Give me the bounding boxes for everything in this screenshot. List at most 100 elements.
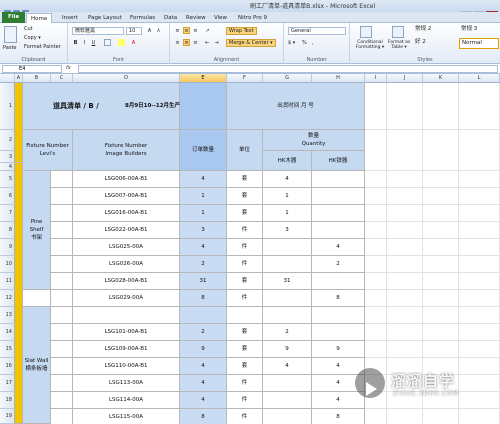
cell-k[interactable]: [423, 256, 459, 273]
cell-j1[interactable]: [387, 83, 423, 130]
cell-l[interactable]: [459, 307, 500, 324]
hk-steel-cell[interactable]: 2: [312, 256, 365, 273]
cell-i[interactable]: [365, 188, 387, 205]
row-header-3[interactable]: 3: [0, 151, 15, 163]
cut-button[interactable]: Cut: [24, 26, 33, 32]
row-header-15[interactable]: 15: [0, 341, 15, 358]
cell-k[interactable]: [423, 307, 459, 324]
hk-wood-cell[interactable]: [263, 307, 312, 324]
cell-i[interactable]: [365, 307, 387, 324]
cell-l[interactable]: [459, 324, 500, 341]
unit-cell[interactable]: 件: [227, 375, 263, 392]
hk-wood-cell[interactable]: 9: [263, 341, 312, 358]
cell-c[interactable]: [51, 171, 73, 188]
hk-steel-header[interactable]: HK铁器: [312, 151, 365, 171]
cell-j[interactable]: [387, 171, 423, 188]
cell-c[interactable]: [51, 188, 73, 205]
order-qty-cell[interactable]: [180, 307, 227, 324]
order-qty-cell[interactable]: 4: [180, 239, 227, 256]
cell-i[interactable]: [365, 324, 387, 341]
row-header-4[interactable]: 4: [0, 163, 15, 171]
row-header-8[interactable]: 8: [0, 222, 15, 239]
cell-i[interactable]: [365, 341, 387, 358]
quick-access-toolbar[interactable]: [4, 2, 64, 17]
cell-i[interactable]: [365, 171, 387, 188]
comma-button[interactable]: ,: [312, 40, 314, 46]
order-qty-cell[interactable]: 9: [180, 341, 227, 358]
tab-home[interactable]: Home: [26, 13, 53, 23]
cell-l[interactable]: [459, 205, 500, 222]
cell-c[interactable]: [51, 324, 73, 341]
cell-c[interactable]: [51, 222, 73, 239]
order-qty-cell[interactable]: 2: [180, 256, 227, 273]
hk-steel-cell[interactable]: [312, 273, 365, 290]
hk-wood-header[interactable]: HK木器: [263, 151, 312, 171]
percent-button[interactable]: %: [302, 40, 307, 46]
row-header-7[interactable]: 7: [0, 205, 15, 222]
col-header-i[interactable]: I: [365, 74, 387, 83]
row-header-19[interactable]: 19: [0, 409, 15, 424]
cell-j[interactable]: [387, 273, 423, 290]
align-left-icon[interactable]: ≡: [174, 39, 181, 46]
unit-cell[interactable]: 套: [227, 205, 263, 222]
unit-cell[interactable]: 套: [227, 273, 263, 290]
hk-steel-cell[interactable]: [312, 205, 365, 222]
col-header-f[interactable]: F: [227, 74, 263, 83]
unit-header[interactable]: 单位: [227, 130, 263, 171]
cell-j[interactable]: [387, 341, 423, 358]
hk-wood-cell[interactable]: [263, 392, 312, 409]
item-code-cell[interactable]: LSG113-00A: [73, 375, 180, 392]
cell-l1[interactable]: [459, 83, 500, 130]
style-cell-normal[interactable]: Normal: [459, 38, 499, 49]
col-header-k[interactable]: K: [423, 74, 459, 83]
fill-color-icon[interactable]: [118, 39, 125, 46]
hk-steel-cell[interactable]: [312, 307, 365, 324]
unit-cell[interactable]: [227, 307, 263, 324]
align-top-icon[interactable]: ≡: [174, 27, 181, 34]
unit-cell[interactable]: 件: [227, 256, 263, 273]
slat-wall-group[interactable]: Slat Wall 横条板墙: [23, 307, 51, 424]
unit-cell[interactable]: 件: [227, 409, 263, 424]
hk-wood-cell[interactable]: 2: [263, 324, 312, 341]
row-header-10[interactable]: 10: [0, 256, 15, 273]
font-color-icon[interactable]: A: [130, 39, 137, 46]
item-code-cell[interactable]: LSG006-00A-B1: [73, 171, 180, 188]
cell-c[interactable]: [51, 392, 73, 409]
hk-steel-cell[interactable]: [312, 324, 365, 341]
format-painter-button[interactable]: Format Painter: [24, 44, 61, 50]
hk-wood-cell[interactable]: [263, 256, 312, 273]
format-as-table-icon[interactable]: [392, 26, 404, 38]
tab-insert[interactable]: Insert: [58, 13, 82, 23]
item-code-cell[interactable]: LSG016-00A-B1: [73, 205, 180, 222]
cell-c[interactable]: [51, 307, 73, 324]
cell-j[interactable]: [387, 205, 423, 222]
cell-l[interactable]: [459, 171, 500, 188]
hk-steel-cell[interactable]: 4: [312, 239, 365, 256]
order-qty-cell[interactable]: 4: [180, 358, 227, 375]
item-code-cell[interactable]: LSG028-00A-B1: [73, 273, 180, 290]
merge-center-button[interactable]: Merge & Center ▾: [226, 39, 276, 47]
cell-c[interactable]: [51, 273, 73, 290]
paste-button[interactable]: Paste: [3, 45, 17, 51]
unit-cell[interactable]: 套: [227, 358, 263, 375]
item-code-cell[interactable]: LSG025-00A: [73, 239, 180, 256]
tab-review[interactable]: Review: [182, 13, 210, 23]
unit-cell[interactable]: 件: [227, 222, 263, 239]
cell-c[interactable]: [51, 375, 73, 392]
cell-l[interactable]: [459, 290, 500, 307]
cell-i[interactable]: [365, 205, 387, 222]
cell-c[interactable]: [51, 290, 73, 307]
cell-k[interactable]: [423, 188, 459, 205]
cell-j[interactable]: [387, 307, 423, 324]
grow-font-button[interactable]: A: [146, 27, 153, 34]
cell-i[interactable]: [365, 273, 387, 290]
col-header-a[interactable]: A: [15, 74, 23, 83]
hk-steel-cell[interactable]: [312, 188, 365, 205]
col-header-d[interactable]: D: [73, 74, 180, 83]
italic-button[interactable]: I: [81, 39, 88, 46]
cell-k[interactable]: [423, 341, 459, 358]
hk-wood-cell[interactable]: 4: [263, 358, 312, 375]
cell-k1[interactable]: [423, 83, 459, 130]
row-header-16[interactable]: 16: [0, 358, 15, 375]
hk-wood-cell[interactable]: [263, 239, 312, 256]
